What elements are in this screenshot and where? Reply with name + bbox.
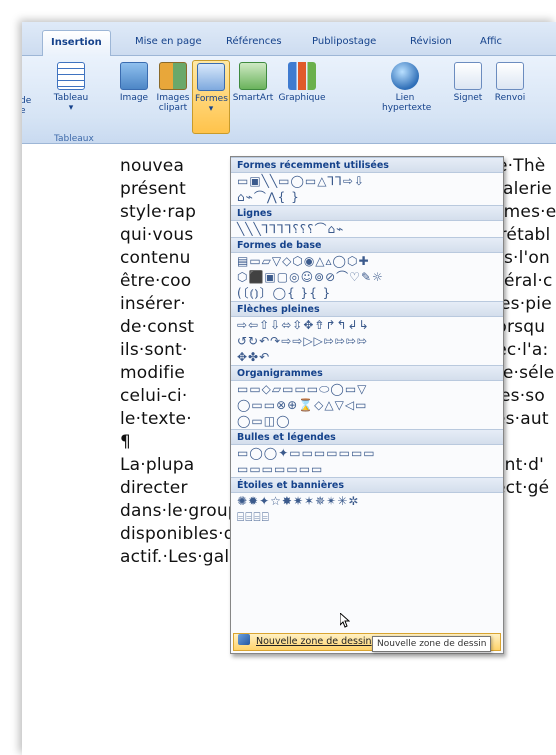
- text-line: le·texte·: [120, 409, 192, 429]
- shape-row[interactable]: ▭▭◇▱▭▭▭⬭◯▭▽: [231, 381, 503, 397]
- renvoi-label: Renvoi: [494, 93, 526, 103]
- formes-button[interactable]: Formes ▾: [192, 60, 230, 134]
- new-canvas-label: Nouvelle zone de dessin: [256, 636, 372, 647]
- signet-label: Signet: [453, 93, 483, 103]
- text-line: directer: [120, 478, 188, 498]
- shape-row[interactable]: ⇨⇦⇧⇩⬄⇳✥⇮↱↰↲↳: [231, 317, 503, 333]
- shapes-gallery-dropdown: Formes récemment utilisées ▭▣╲╲▭◯▭△⅂⅂⇨⇩ …: [230, 156, 504, 654]
- shape-row[interactable]: (〔⦅⦆〕◯{ }{ }: [231, 285, 503, 301]
- drawing-canvas-icon: [238, 634, 250, 645]
- image-label: Image: [119, 93, 149, 103]
- label-de: de: [22, 96, 32, 106]
- ribbon-cut-label: de e: [22, 96, 31, 116]
- text-line: insérer·: [120, 294, 186, 314]
- section-bulles-et-legendes: Bulles et légendes: [231, 429, 503, 445]
- text-line: style·rap: [120, 202, 197, 222]
- smartart-button[interactable]: SmartArt: [231, 62, 275, 103]
- shape-row[interactable]: ◯▭▭⊗⊕⌛◇△▽◁▭: [231, 397, 503, 413]
- graphique-button[interactable]: Graphique: [277, 62, 327, 103]
- tab-mise-en-page[interactable]: Mise en page: [135, 36, 202, 47]
- pilcrow: ¶: [120, 432, 132, 452]
- shape-row[interactable]: ╲╲╲⅂⅂⅂⅂⸮⸮⸮⌒⌂⌁: [231, 221, 503, 237]
- smartart-label: SmartArt: [232, 93, 274, 103]
- tableau-label: Tableau: [53, 93, 89, 103]
- text-line: de·const: [120, 317, 195, 337]
- shape-row[interactable]: ▤▭▱▽◇⬡◉△▵◯⬡✚: [231, 253, 503, 269]
- lien-hypertexte-button[interactable]: Lien hypertexte: [382, 62, 432, 113]
- shape-row[interactable]: ⌂⌁⌒⋀{ }: [231, 189, 503, 205]
- text-line: La·plupa: [120, 455, 195, 475]
- shape-row[interactable]: ⬡⬛▣▢◎☺⊚⊘⌒♡✎☼: [231, 269, 503, 285]
- text-line: celui-ci·: [120, 386, 188, 406]
- text-line: présent: [120, 179, 187, 199]
- shape-row[interactable]: ◯▭◫◯: [231, 413, 503, 429]
- ribbon-tab-bar: Insertion Mise en page Références Publip…: [22, 22, 556, 57]
- shapes-icon: [197, 63, 225, 91]
- text-line: contenu: [120, 248, 191, 268]
- text-line: te·séle: [496, 363, 555, 383]
- tableau-button[interactable]: Tableau ▾: [52, 62, 90, 113]
- word-window: Insertion Mise en page Références Publip…: [22, 22, 556, 755]
- text-line: qui·vous: [120, 225, 194, 245]
- dropdown-arrow-icon: ▾: [208, 104, 214, 114]
- text-line: modifie: [120, 363, 186, 383]
- chart-icon: [288, 62, 316, 90]
- group-tableaux: Tableaux: [54, 134, 94, 144]
- label-e: e: [22, 106, 26, 116]
- tooltip: Nouvelle zone de dessin: [372, 636, 492, 652]
- text-line: ils·sont·: [120, 340, 188, 360]
- clipart-label: clipart: [158, 103, 188, 113]
- shape-row[interactable]: ▭▭▭▭▭▭▭: [231, 461, 503, 477]
- image-button[interactable]: Image: [117, 62, 151, 103]
- smartart-icon: [239, 62, 267, 90]
- tab-affichage[interactable]: Affic: [480, 36, 502, 47]
- section-etoiles-et-bannieres: Étoiles et bannières: [231, 477, 503, 493]
- tab-insertion[interactable]: Insertion: [42, 30, 111, 57]
- shape-row[interactable]: ⌸⌸⌸⌸: [231, 509, 503, 525]
- tab-references[interactable]: Références: [226, 36, 282, 47]
- clipart-icon: [159, 62, 187, 90]
- images-label: Images: [156, 93, 190, 103]
- text-line: nouvea: [120, 156, 185, 176]
- text-line: être·coo: [120, 271, 192, 291]
- section-organigrammes: Organigrammes: [231, 365, 503, 381]
- shape-row[interactable]: ✺✹✦☆✸✷✶✵✴✳✲: [231, 493, 503, 509]
- section-lignes: Lignes: [231, 205, 503, 221]
- globe-link-icon: [391, 62, 419, 90]
- cross-reference-icon: [496, 62, 524, 90]
- tab-publipostage[interactable]: Publipostage: [312, 36, 376, 47]
- ribbon: de e Tableau ▾ Tableaux Image Images cli…: [22, 56, 556, 144]
- formes-label: Formes: [195, 94, 228, 104]
- lien-label: Lien: [395, 93, 415, 103]
- bookmark-icon: [454, 62, 482, 90]
- signet-button[interactable]: Signet: [450, 62, 486, 103]
- renvoi-button[interactable]: Renvoi: [490, 62, 530, 103]
- shape-row[interactable]: ▭◯◯✦▭▭▭▭▭▭▭: [231, 445, 503, 461]
- section-recent-shapes: Formes récemment utilisées: [231, 157, 503, 173]
- mouse-pointer-icon: [340, 613, 350, 628]
- section-fleches-pleines: Flèches pleines: [231, 301, 503, 317]
- table-icon: [57, 62, 85, 90]
- shape-row[interactable]: ↺↻↶↷⇨⇨▷▷⇰⇰⇰⇰: [231, 333, 503, 349]
- images-clipart-button[interactable]: Images clipart: [154, 62, 192, 113]
- graphique-label: Graphique: [278, 93, 326, 103]
- shape-row[interactable]: ✥✤↶: [231, 349, 503, 365]
- image-icon: [120, 62, 148, 90]
- section-formes-de-base: Formes de base: [231, 237, 503, 253]
- tab-revision[interactable]: Révision: [410, 36, 452, 47]
- shape-row[interactable]: ▭▣╲╲▭◯▭△⅂⅂⇨⇩: [231, 173, 503, 189]
- hypertexte-label: hypertexte: [382, 103, 432, 113]
- dropdown-arrow-icon: ▾: [68, 103, 74, 113]
